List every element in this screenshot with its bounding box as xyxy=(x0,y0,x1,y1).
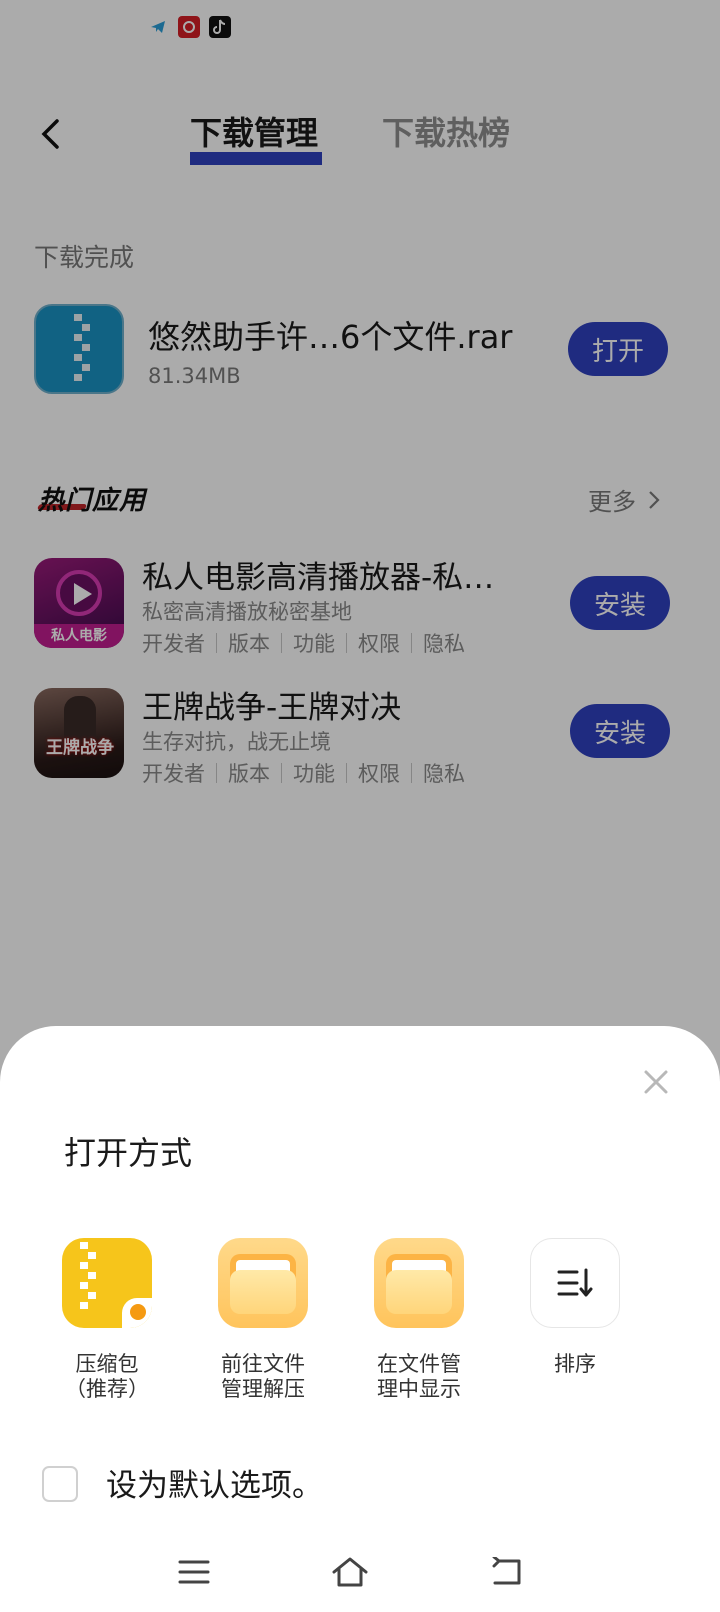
menu-icon xyxy=(178,1560,210,1584)
default-option-label[interactable]: 设为默认选项。 xyxy=(106,1460,323,1505)
folder-icon[interactable] xyxy=(218,1238,308,1328)
home-button[interactable] xyxy=(320,1548,380,1596)
sort-icon[interactable] xyxy=(530,1238,620,1328)
option-label-sort[interactable]: 排序 xyxy=(515,1352,635,1377)
back-nav-button[interactable] xyxy=(476,1548,536,1596)
option-label-zip[interactable]: 压缩包 （推荐） xyxy=(47,1352,167,1402)
download-manager-page: 20:29 0.80 KB/s 4G⁺ HD 下载管理 下载热榜 下载完成 悠然… xyxy=(0,0,720,1612)
close-button[interactable] xyxy=(638,1064,674,1100)
zip-archive-icon[interactable] xyxy=(62,1238,152,1328)
home-icon xyxy=(332,1557,368,1587)
option-label-show-in-file-manager[interactable]: 在文件管 理中显示 xyxy=(359,1352,479,1402)
back-arrow-icon xyxy=(492,1557,521,1585)
sheet-title: 打开方式 xyxy=(64,1134,193,1172)
menu-button[interactable] xyxy=(164,1548,224,1596)
option-label-goto-file-manager[interactable]: 前往文件 管理解压 xyxy=(203,1352,323,1402)
close-icon xyxy=(644,1070,668,1094)
default-option-checkbox[interactable] xyxy=(42,1466,78,1502)
folder-icon[interactable] xyxy=(374,1238,464,1328)
